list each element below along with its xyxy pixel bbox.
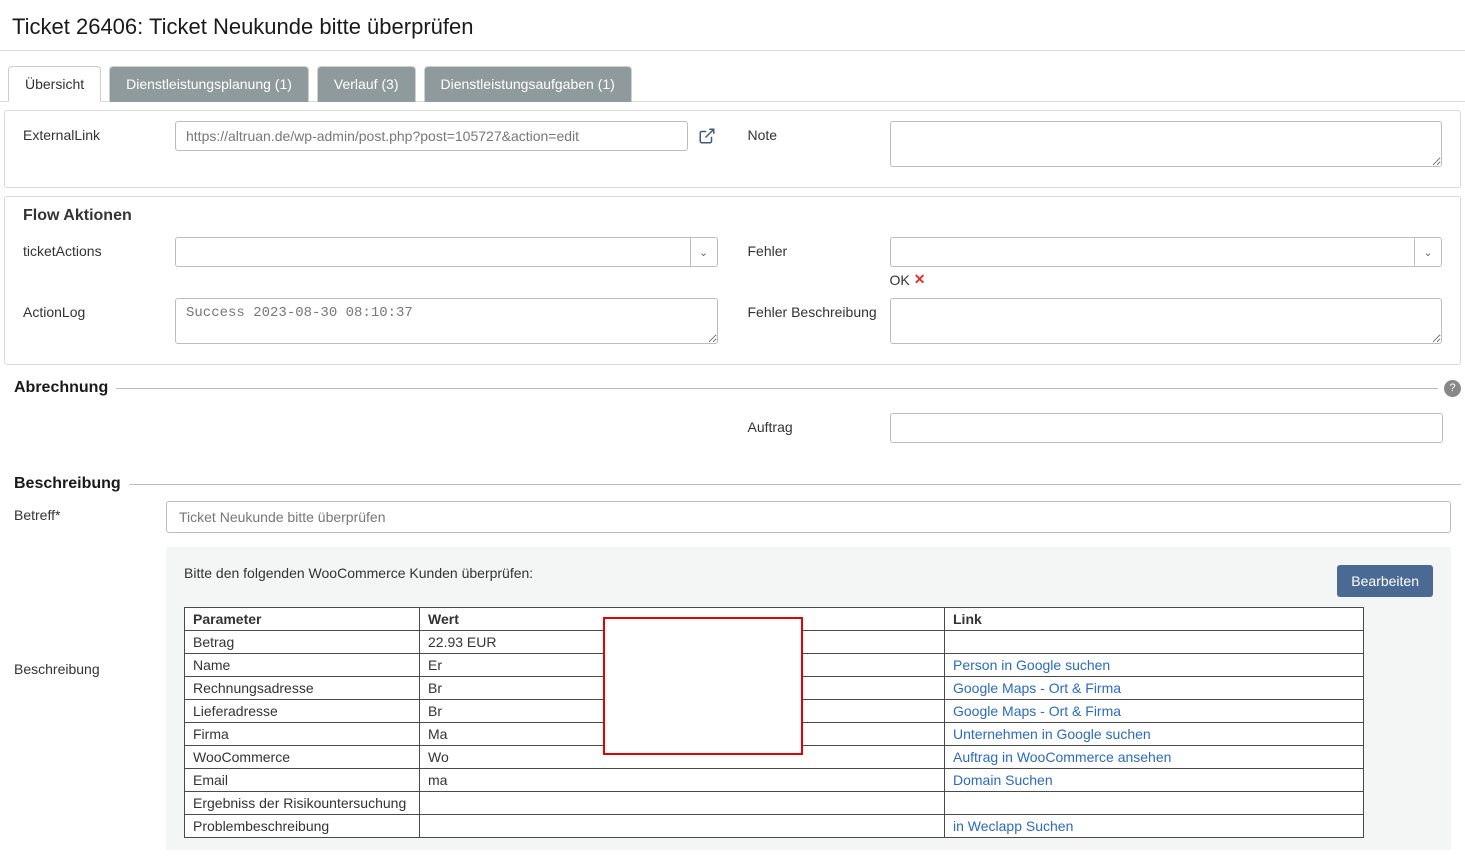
tabs: Übersicht Dienstleistungsplanung (1) Ver… <box>0 65 1465 102</box>
cell-wert <box>420 792 945 815</box>
beschreibung-section-header: Beschreibung <box>4 475 1461 493</box>
tab-uebersicht[interactable]: Übersicht <box>8 66 101 102</box>
cell-wert: Wo <box>420 746 945 769</box>
cell-link <box>945 631 1364 654</box>
chevron-down-icon: ⌄ <box>1423 246 1432 259</box>
fehler-status: OK <box>890 272 910 288</box>
cell-parameter: Firma <box>185 723 420 746</box>
cell-link: Google Maps - Ort & Firma <box>945 700 1364 723</box>
table-row: NameEr Person in Google suchen <box>185 654 1364 677</box>
cell-link: Domain Suchen <box>945 769 1364 792</box>
help-icon[interactable]: ? <box>1444 380 1461 397</box>
cell-link: Person in Google suchen <box>945 654 1364 677</box>
tab-dienstleistungsplanung[interactable]: Dienstleistungsplanung (1) <box>109 66 309 102</box>
note-label: Note <box>748 121 878 143</box>
table-row: Emailma Domain Suchen <box>185 769 1364 792</box>
ticketactions-label: ticketActions <box>23 237 163 259</box>
cell-wert: Er <box>420 654 945 677</box>
cell-link: in Weclapp Suchen <box>945 815 1364 838</box>
bearbeiten-button[interactable]: Bearbeiten <box>1337 565 1433 597</box>
panel-externallink-note: ExternalLink Note <box>4 110 1461 188</box>
row-link[interactable]: Person in Google suchen <box>953 657 1110 673</box>
cell-parameter: Betrag <box>185 631 420 654</box>
cell-link <box>945 792 1364 815</box>
clear-fehler-icon[interactable]: ✕ <box>914 271 926 288</box>
ticketactions-dropdown-btn[interactable]: ⌄ <box>690 237 718 267</box>
abrechnung-section-header: Abrechnung ? <box>4 379 1461 397</box>
cell-wert: ma <box>420 769 945 792</box>
row-link[interactable]: Google Maps - Ort & Firma <box>953 703 1121 719</box>
cell-parameter: Lieferadresse <box>185 700 420 723</box>
table-row: Problembeschreibung in Weclapp Suchen <box>185 815 1364 838</box>
externallink-input[interactable] <box>175 121 688 151</box>
cell-link: Unternehmen in Google suchen <box>945 723 1364 746</box>
cell-link: Google Maps - Ort & Firma <box>945 677 1364 700</box>
cell-parameter: Rechnungsadresse <box>185 677 420 700</box>
panel-flow-aktionen: Flow Aktionen ticketActions ⌄ Fehler ⌄ <box>4 196 1461 365</box>
flow-aktionen-heading: Flow Aktionen <box>23 207 1442 225</box>
row-link[interactable]: Auftrag in WooCommerce ansehen <box>953 749 1171 765</box>
beschreibung-heading: Beschreibung <box>4 475 129 493</box>
table-row: WooCommerceWo Auftrag in WooCommerce anse… <box>185 746 1364 769</box>
fehlerbeschreibung-label: Fehler Beschreibung <box>748 298 878 320</box>
betreff-input[interactable] <box>166 501 1451 533</box>
cell-wert: Br <box>420 700 945 723</box>
table-row: RechnungsadresseBr Google Maps - Ort & Fi… <box>185 677 1364 700</box>
auftrag-input[interactable] <box>890 413 1444 443</box>
externallink-label: ExternalLink <box>23 121 163 143</box>
page-title: Ticket 26406: Ticket Neukunde bitte über… <box>0 0 1465 50</box>
kunde-table: Parameter Wert Link Betrag22.93 EURNameE… <box>184 607 1364 838</box>
note-textarea[interactable] <box>890 121 1443 167</box>
cell-parameter: Ergebniss der Risikountersuchung <box>185 792 420 815</box>
th-wert: Wert <box>420 608 945 631</box>
open-external-link-icon[interactable] <box>696 125 718 147</box>
cell-wert: 22.93 EUR <box>420 631 945 654</box>
cell-wert <box>420 815 945 838</box>
abrechnung-heading: Abrechnung <box>4 379 116 397</box>
row-link[interactable]: Unternehmen in Google suchen <box>953 726 1151 742</box>
title-divider <box>0 50 1465 51</box>
fehler-select[interactable] <box>890 237 1415 267</box>
fehler-dropdown-btn[interactable]: ⌄ <box>1414 237 1442 267</box>
auftrag-label: Auftrag <box>748 413 878 435</box>
beschreibung-intro: Bitte den folgenden WooCommerce Kunden ü… <box>184 565 533 581</box>
cell-wert: Ma <box>420 723 945 746</box>
fehler-label: Fehler <box>748 237 878 259</box>
cell-link: Auftrag in WooCommerce ansehen <box>945 746 1364 769</box>
cell-parameter: Email <box>185 769 420 792</box>
row-link[interactable]: in Weclapp Suchen <box>953 818 1073 834</box>
table-row: FirmaMa Unternehmen in Google suchen <box>185 723 1364 746</box>
beschreibung-label: Beschreibung <box>14 541 154 850</box>
chevron-down-icon: ⌄ <box>699 246 708 259</box>
betreff-label: Betreff* <box>14 501 154 523</box>
actionlog-textarea[interactable]: Success 2023-08-30 08:10:37 <box>175 298 718 344</box>
ticketactions-select[interactable] <box>175 237 690 267</box>
cell-parameter: WooCommerce <box>185 746 420 769</box>
row-link[interactable]: Domain Suchen <box>953 772 1053 788</box>
cell-wert: Br <box>420 677 945 700</box>
th-parameter: Parameter <box>185 608 420 631</box>
fehlerbeschreibung-textarea[interactable] <box>890 298 1443 344</box>
table-row: Ergebniss der Risikountersuchung <box>185 792 1364 815</box>
tab-dienstleistungsaufgaben[interactable]: Dienstleistungsaufgaben (1) <box>424 66 632 102</box>
table-row: Betrag22.93 EUR <box>185 631 1364 654</box>
actionlog-label: ActionLog <box>23 298 163 320</box>
cell-parameter: Name <box>185 654 420 677</box>
cell-parameter: Problembeschreibung <box>185 815 420 838</box>
row-link[interactable]: Google Maps - Ort & Firma <box>953 680 1121 696</box>
table-row: LieferadresseBr Google Maps - Ort & Firma <box>185 700 1364 723</box>
th-link: Link <box>945 608 1364 631</box>
tab-verlauf[interactable]: Verlauf (3) <box>317 66 416 102</box>
